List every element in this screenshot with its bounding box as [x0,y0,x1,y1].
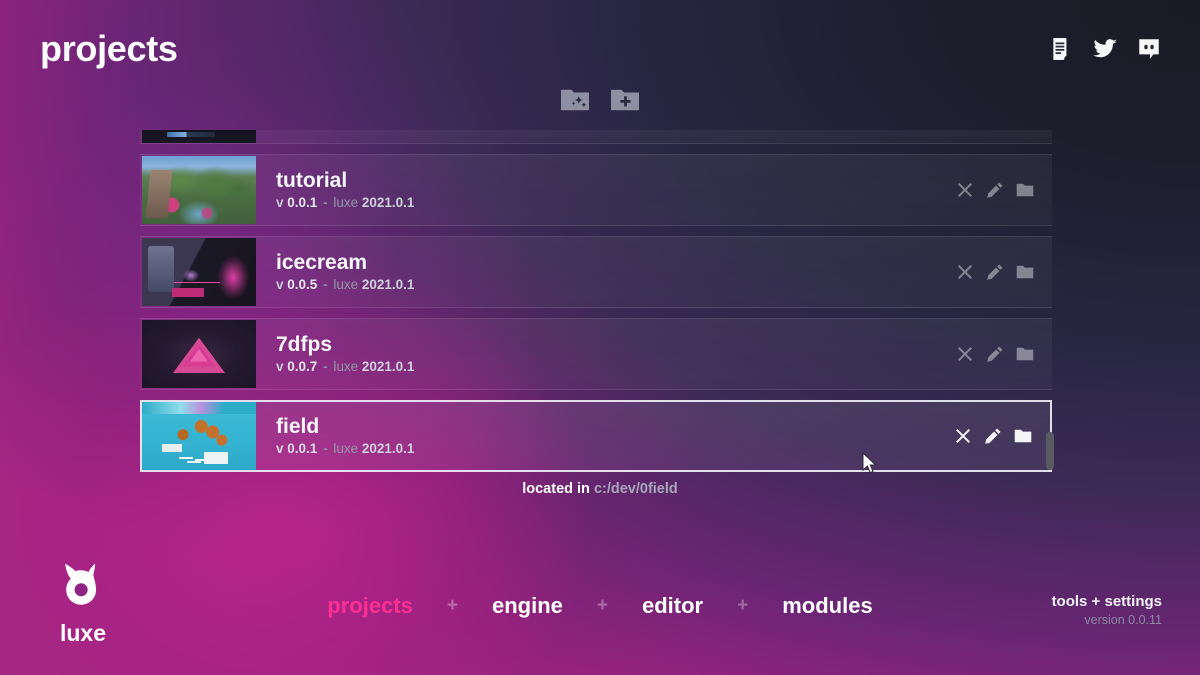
project-version-prefix: v [276,440,284,456]
nav-item-engine[interactable]: engine [490,593,565,619]
project-engine: luxe [333,276,359,292]
remove-project-icon[interactable] [956,181,974,199]
open-folder-icon[interactable] [1016,345,1034,363]
project-info: icecream v 0.0.5 - luxe 2021.0.1 [276,250,956,293]
project-thumbnail-image [142,156,256,224]
project-name: 7dfps [276,332,333,356]
located-in-status: located in c:/dev/0field [0,481,1200,497]
nav-item-projects[interactable]: projects [325,593,415,619]
project-thumbnail-image [142,402,256,470]
remove-project-icon[interactable] [954,427,972,445]
project-dash: - [323,276,328,292]
project-info: 7dfps v 0.0.7 - luxe 2021.0.1 [276,332,956,375]
project-row[interactable]: field v 0.0.1 - luxe 2021.0.1 [140,400,1052,472]
project-thumbnail-image [142,238,256,306]
project-dash: - [323,358,328,374]
project-meta: v 0.0.1 - luxe 2021.0.1 [276,194,956,211]
nav-separator: + [596,595,608,616]
project-meta: v 0.0.7 - luxe 2021.0.1 [276,358,956,375]
new-project-folder-icon[interactable] [560,86,590,114]
project-version-prefix: v [276,276,284,292]
social-links [1048,36,1162,62]
project-name: tutorial [276,168,348,192]
project-info: tutorial v 0.0.1 - luxe 2021.0.1 [276,168,956,211]
project-actions [954,427,1032,445]
add-project-folder-icon[interactable] [610,86,640,114]
nav-item-modules[interactable]: modules [780,593,874,619]
page-title: projects [40,28,178,69]
project-dash: - [323,194,328,210]
edit-project-icon[interactable] [986,181,1004,199]
tools-settings-label[interactable]: tools + settings [1052,593,1162,610]
project-version-prefix: v [276,358,284,374]
project-engine-version: 2021.0.1 [361,276,415,292]
edit-project-icon[interactable] [986,263,1004,281]
nav-item-editor[interactable]: editor [640,593,705,619]
project-engine: luxe [333,358,359,374]
project-version: 0.0.5 [287,276,318,292]
project-actions [956,181,1034,199]
located-in-label: located in [522,481,590,497]
mouse-cursor [862,451,878,476]
project-name: icecream [276,250,368,274]
project-thumbnail [142,156,256,224]
project-meta: v 0.0.1 - luxe 2021.0.1 [276,440,954,457]
project-version: 0.0.1 [287,194,318,210]
app-version-label: version 0.0.11 [1084,613,1162,627]
project-row[interactable]: 7dfps v 0.0.7 - luxe 2021.0.1 [140,318,1052,390]
project-row[interactable]: icecream v 0.0.5 - luxe 2021.0.1 [140,236,1052,308]
twitter-icon[interactable] [1092,36,1118,62]
remove-project-icon[interactable] [956,263,974,281]
luxe-logo-text: luxe [59,620,107,646]
project-dash: - [323,440,328,456]
project-thumbnail [142,238,256,306]
project-version: 0.0.1 [287,440,318,456]
project-row[interactable] [140,130,1052,144]
nav-separator: + [446,595,458,616]
tools-settings[interactable]: tools + settings version 0.0.11 [1052,593,1162,627]
project-name: field [276,414,320,438]
project-list[interactable]: tutorial v 0.0.1 - luxe 2021.0.1 icecream v… [140,130,1052,482]
project-version-prefix: v [276,194,284,210]
docs-icon[interactable] [1048,36,1074,62]
project-thumbnail [142,130,256,143]
project-version: 0.0.7 [287,358,318,374]
project-thumbnail [142,402,256,470]
app-window: projects tutorial v 0.0.1 - luxe 2021.0.… [0,0,1200,675]
project-engine-version: 2021.0.1 [361,194,415,210]
project-engine-version: 2021.0.1 [361,440,415,456]
remove-project-icon[interactable] [956,345,974,363]
project-row[interactable]: tutorial v 0.0.1 - luxe 2021.0.1 [140,154,1052,226]
bottom-nav: projects + engine + editor + modules [0,593,1200,619]
edit-project-icon[interactable] [986,345,1004,363]
open-folder-icon[interactable] [1016,181,1034,199]
project-engine: luxe [333,194,359,210]
nav-separator: + [737,595,749,616]
edit-project-icon[interactable] [984,427,1002,445]
open-folder-icon[interactable] [1016,263,1034,281]
open-folder-icon[interactable] [1014,427,1032,445]
located-in-path: c:/dev/0field [593,481,678,497]
project-engine-version: 2021.0.1 [361,358,415,374]
scrollbar-thumb[interactable] [1046,432,1054,470]
list-scrollbar[interactable] [1046,132,1054,480]
project-actions [956,263,1034,281]
project-toolbar [0,86,1200,114]
discord-icon[interactable] [1136,36,1162,62]
project-thumbnail [142,320,256,388]
project-thumbnail-image [142,130,256,143]
project-thumbnail-image [142,320,256,388]
project-actions [956,345,1034,363]
project-meta: v 0.0.5 - luxe 2021.0.1 [276,276,956,293]
project-engine: luxe [333,440,359,456]
project-info: field v 0.0.1 - luxe 2021.0.1 [276,414,954,457]
